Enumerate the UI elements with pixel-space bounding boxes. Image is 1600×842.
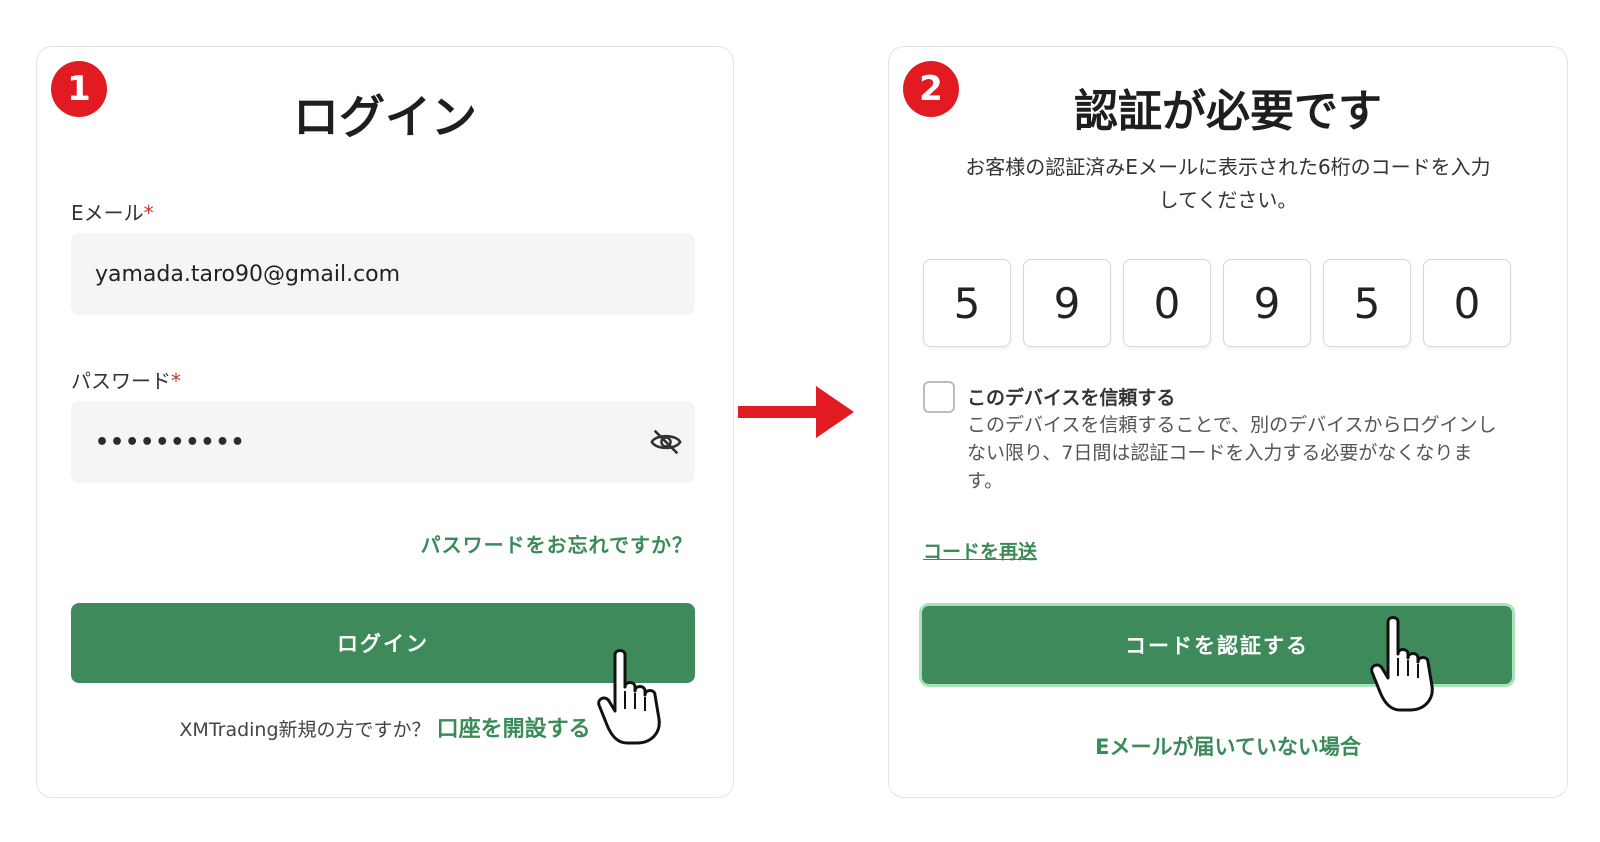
instruction-line-2: してください。 <box>1158 188 1298 212</box>
code-digit-1[interactable]: 5 <box>923 259 1011 347</box>
code-digit-2[interactable]: 9 <box>1023 259 1111 347</box>
email-value: yamada.taro90@gmail.com <box>95 261 401 287</box>
verify-title: 認証が必要です <box>1074 86 1382 137</box>
signup-prompt: XMTrading新規の方ですか？ <box>179 719 431 741</box>
code-digit-5[interactable]: 5 <box>1323 259 1411 347</box>
eye-slash-icon[interactable] <box>649 425 683 459</box>
email-field[interactable]: yamada.taro90@gmail.com <box>71 233 695 315</box>
code-digit-3[interactable]: 0 <box>1123 259 1211 347</box>
code-digit-4[interactable]: 9 <box>1223 259 1311 347</box>
code-digit-6[interactable]: 0 <box>1423 259 1511 347</box>
pointer-hand-icon <box>1370 616 1434 712</box>
email-required-mark: * <box>143 201 154 225</box>
forgot-password-link[interactable]: パスワードをお忘れですか？ <box>421 529 693 558</box>
login-panel: 1 ログイン Eメール* yamada.taro90@gmail.com パスワ… <box>36 46 734 798</box>
verify-instruction: お客様の認証済みEメールに表示された6桁のコードを入力 してください。 <box>919 151 1537 217</box>
instruction-line-1: お客様の認証済みEメールに表示された6桁のコードを入力 <box>965 155 1491 179</box>
password-label-text: パスワード <box>71 369 171 393</box>
trust-device-checkbox[interactable] <box>923 381 955 413</box>
password-value: •••••••••• <box>95 429 246 455</box>
password-required-mark: * <box>171 369 181 393</box>
resend-code-link[interactable]: コードを再送 <box>923 537 1037 564</box>
email-label: Eメール* <box>71 197 154 226</box>
trust-device-description: このデバイスを信頼することで、別のデバイスからログインしない限り、7日間は認証コ… <box>967 414 1497 492</box>
pointer-hand-icon <box>597 649 661 745</box>
password-field[interactable]: •••••••••• <box>71 401 695 483</box>
trust-device-title: このデバイスを信頼する <box>967 387 1176 409</box>
code-input-row: 5 9 0 9 5 0 <box>923 259 1511 347</box>
open-account-link[interactable]: 口座を開設する <box>437 717 591 742</box>
no-email-link[interactable]: Eメールが届いていない場合 <box>889 731 1567 761</box>
login-title: ログイン <box>293 90 477 144</box>
password-label: パスワード* <box>71 365 181 394</box>
arrow-right-icon <box>738 386 854 438</box>
verify-panel: 2 認証が必要です お客様の認証済みEメールに表示された6桁のコードを入力 して… <box>888 46 1568 798</box>
email-label-text: Eメール <box>71 201 144 225</box>
